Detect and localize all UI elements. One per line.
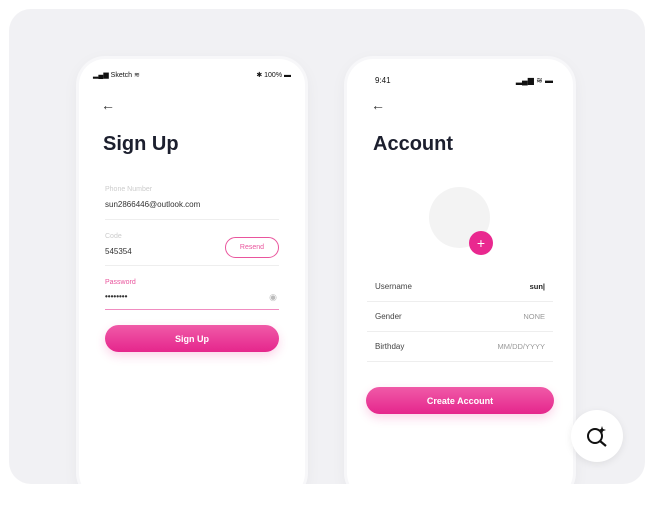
page-title: Account [373, 133, 453, 155]
visual-search-button[interactable] [571, 410, 623, 462]
account-phone: 9:41 ▂▄▆ ≋ ▬ ← Account + Username sun| Gen… [347, 59, 573, 484]
clock: 9:41 [375, 76, 391, 85]
gender-select[interactable]: NONE [523, 312, 545, 321]
birthday-row[interactable]: Birthday MM/DD/YYYY [367, 332, 553, 362]
birthday-input[interactable]: MM/DD/YYYY [497, 342, 545, 351]
code-label: Code [105, 233, 122, 240]
create-account-button[interactable]: Create Account [366, 387, 554, 414]
signup-button[interactable]: Sign Up [105, 325, 279, 352]
phone-label: Phone Number [105, 186, 153, 193]
code-input[interactable]: 545354 [105, 247, 132, 256]
back-arrow-icon[interactable]: ← [371, 97, 385, 113]
password-label: Password [105, 279, 136, 286]
status-bar: 9:41 ▂▄▆ ≋ ▬ [375, 76, 553, 85]
username-label: Username [375, 282, 412, 291]
showcase-card: ▂▄▆ Sketch ≋ ✱ 100% ▬ ← Sign Up Phone Num… [9, 9, 645, 484]
username-input[interactable]: sun| [530, 282, 545, 291]
signup-phone: ▂▄▆ Sketch ≋ ✱ 100% ▬ ← Sign Up Phone Num… [79, 59, 305, 484]
divider [105, 219, 279, 220]
resend-button[interactable]: Resend [225, 237, 279, 258]
status-bar: ▂▄▆ Sketch ≋ ✱ 100% ▬ [93, 72, 291, 79]
eye-icon[interactable]: ◉ [269, 292, 277, 303]
gender-row[interactable]: Gender NONE [367, 302, 553, 332]
search-sparkle-icon [587, 426, 607, 447]
carrier: Sketch [110, 72, 133, 79]
page-title: Sign Up [103, 133, 179, 155]
battery-percent: 100% [264, 72, 283, 79]
gender-label: Gender [375, 312, 402, 321]
divider-active [105, 309, 279, 310]
divider [105, 265, 279, 266]
birthday-label: Birthday [375, 342, 405, 351]
username-row[interactable]: Username sun| [367, 272, 553, 302]
add-photo-icon[interactable]: + [469, 231, 493, 255]
back-arrow-icon[interactable]: ← [101, 97, 115, 113]
phone-input[interactable]: sun2866446@outlook.com [105, 200, 200, 209]
password-input[interactable]: •••••••• [105, 292, 127, 301]
